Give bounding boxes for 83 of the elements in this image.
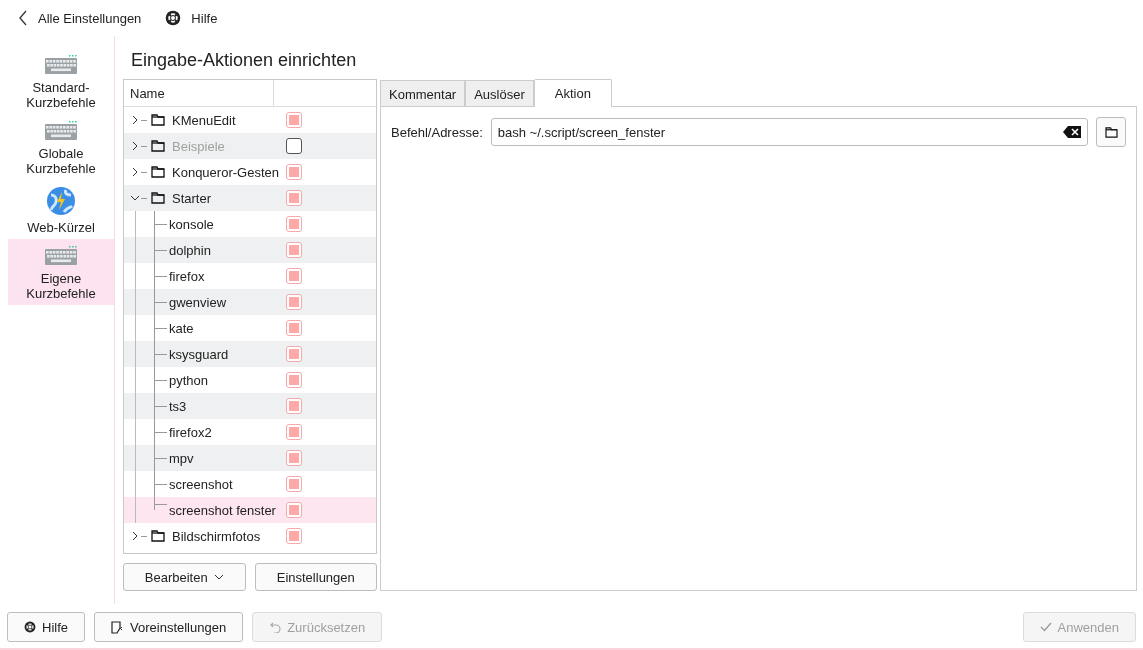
defaults-button[interactable]: Voreinstellungen	[94, 612, 244, 642]
command-field[interactable]: bash ~/.script/screen_fenster	[490, 118, 1088, 146]
folder-icon	[1104, 126, 1118, 138]
keyboard-icon	[45, 120, 77, 142]
tree-item-label: ts3	[169, 398, 187, 414]
help-button[interactable]: Hilfe	[161, 8, 222, 28]
tab[interactable]: Aktion	[533, 79, 612, 107]
tree-row[interactable]: KMenuEdit	[124, 107, 376, 133]
settings-button[interactable]: Einstellungen	[254, 563, 377, 591]
tree-item-label: Starter	[172, 190, 211, 206]
tree-item-label: screenshot fenster	[169, 502, 276, 518]
folder-icon	[151, 530, 165, 542]
checkbox[interactable]	[286, 164, 302, 180]
expand-icon[interactable]	[130, 531, 140, 541]
folder-icon	[151, 114, 165, 126]
keyboard-icon	[45, 245, 77, 267]
folder-icon	[151, 140, 165, 152]
tree-row[interactable]: Starter	[124, 185, 376, 211]
command-label: Befehl/Adresse:	[391, 124, 483, 140]
undo-icon	[269, 621, 282, 633]
tree-item-label: screenshot	[169, 476, 233, 492]
page-title: Eingabe-Aktionen einrichten	[130, 49, 358, 72]
sidebar-item[interactable]: Standard-Kurzbefehle	[8, 48, 114, 114]
document-icon	[111, 620, 124, 634]
edit-dropdown-button[interactable]: Bearbeiten	[123, 563, 246, 591]
tree-item-label: kate	[169, 320, 194, 336]
globe-icon	[46, 186, 76, 216]
checkbox[interactable]	[286, 398, 302, 414]
tab[interactable]: Auslöser	[465, 80, 534, 106]
clear-icon[interactable]	[1063, 126, 1081, 138]
column-header[interactable]: Name	[124, 80, 273, 106]
keyboard-icon	[45, 54, 77, 76]
checkbox[interactable]	[286, 294, 302, 310]
checkbox[interactable]	[286, 424, 302, 440]
checkbox[interactable]	[286, 320, 302, 336]
folder-icon	[151, 166, 165, 178]
sidebar-item[interactable]: Eigene Kurzbefehle	[8, 239, 114, 305]
collapse-icon[interactable]	[130, 193, 140, 203]
tree-item-label: ksysguard	[169, 346, 229, 362]
back-icon	[18, 10, 28, 26]
lifebuoy-icon	[165, 10, 182, 26]
tree-row[interactable]: Bildschirmfotos	[124, 523, 376, 549]
tree-item-label: firefox2	[169, 424, 212, 440]
tree-row[interactable]: Konqueror-Gesten	[124, 159, 376, 185]
checkmark-icon	[1039, 622, 1052, 632]
tree-item-label: mpv	[169, 450, 194, 466]
checkbox[interactable]	[286, 450, 302, 466]
tree-item-label: gwenview	[169, 294, 227, 310]
tree-item-label: Beispiele	[172, 138, 225, 154]
sidebar-item[interactable]: Web-Kürzel	[8, 180, 114, 239]
tree-item-label: python	[169, 372, 209, 388]
back-button[interactable]: Alle Einstellungen	[14, 8, 146, 28]
checkbox[interactable]	[286, 528, 302, 544]
tree-row[interactable]: screenshot fenster	[124, 497, 376, 523]
checkbox[interactable]	[286, 216, 302, 232]
expand-icon[interactable]	[130, 167, 140, 177]
expand-icon[interactable]	[130, 115, 140, 125]
folder-icon	[151, 192, 165, 204]
tree-row[interactable]: dolphin	[124, 237, 376, 263]
tree-row[interactable]: ts3	[124, 393, 376, 419]
checkbox[interactable]	[286, 502, 302, 518]
help-button[interactable]: Hilfe	[7, 612, 85, 642]
lifebuoy-icon	[24, 621, 36, 633]
tree-item-label: Konqueror-Gesten	[172, 164, 279, 180]
tree-item-label: Bildschirmfotos	[172, 528, 261, 544]
checkbox[interactable]	[286, 476, 302, 492]
tree-item-label: dolphin	[169, 242, 211, 258]
tree-item-label: KMenuEdit	[172, 112, 236, 128]
checkbox[interactable]	[286, 268, 302, 284]
caret-icon	[213, 574, 224, 580]
tree-row[interactable]: ksysguard	[124, 341, 376, 367]
tree-item-label: konsole	[169, 216, 214, 232]
tab[interactable]: Kommentar	[380, 80, 466, 106]
tree-item-label: firefox	[169, 268, 205, 284]
checkbox[interactable]	[286, 242, 302, 258]
tree-row[interactable]: gwenview	[124, 289, 376, 315]
browse-button[interactable]	[1096, 117, 1126, 147]
checkbox[interactable]	[286, 190, 302, 206]
sidebar-item[interactable]: Globale Kurzbefehle	[8, 114, 114, 180]
checkbox[interactable]	[286, 372, 302, 388]
checkbox[interactable]	[286, 346, 302, 362]
tree-row[interactable]: mpv	[124, 445, 376, 471]
checkbox[interactable]	[286, 112, 302, 128]
